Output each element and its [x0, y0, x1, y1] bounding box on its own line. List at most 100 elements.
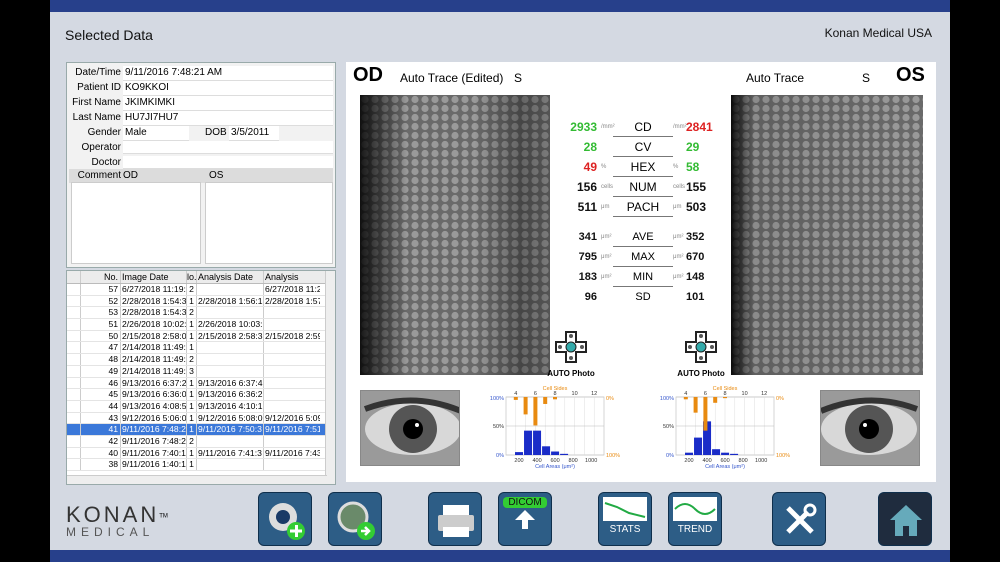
- col-image-date[interactable]: Image Date: [121, 271, 187, 283]
- table-cell: 6/27/2018 11:19:: [122, 284, 187, 295]
- table-cell: 1: [187, 342, 197, 354]
- area-bar: [730, 453, 739, 455]
- table-row[interactable]: 48 2/14/2018 11:49: 2: [67, 354, 335, 366]
- col-analysis-os[interactable]: Analysis Date O: [264, 271, 320, 283]
- col-no[interactable]: No.: [81, 271, 121, 283]
- table-cell: 9/11/2016 7:51: [265, 424, 320, 435]
- os-endothelium-image[interactable]: [731, 95, 923, 375]
- table-cell: 2/15/2018 2:58:3: [198, 330, 264, 342]
- sides-bar: [683, 397, 688, 400]
- metric-name: AVE: [632, 231, 654, 243]
- table-cell: 2/28/2018 1:57: [265, 295, 320, 306]
- printer-icon: [438, 505, 474, 537]
- od-auto-photo-button[interactable]: AUTO Photo: [546, 330, 596, 378]
- table-row[interactable]: 49 2/14/2018 11:49: 3: [67, 365, 335, 378]
- od-endothelium-image[interactable]: [360, 95, 550, 375]
- table-cell: 9/13/2016 6:37:4: [198, 377, 264, 389]
- bottom-toolbar: KONANTM MEDICAL DICOM STATS TREND: [50, 488, 950, 550]
- comment-label: Comment: [77, 170, 121, 181]
- stats-chart-icon: [603, 497, 647, 521]
- print-button[interactable]: [428, 492, 482, 546]
- metric-od-value: 49: [583, 160, 597, 174]
- metric-os-value: 58: [686, 160, 700, 174]
- table-row[interactable]: 46 9/13/2016 6:37:2 1 9/13/2016 6:37:4: [67, 377, 335, 390]
- analysis-panel: OD Auto Trace (Edited) S Auto Trace S OS…: [346, 62, 936, 482]
- table-row[interactable]: 57 6/27/2018 11:19: 2 6/27/2018 11:2: [67, 284, 335, 296]
- list-horizontal-scrollbar[interactable]: [67, 475, 327, 484]
- metric-row-ave: 341 μm² AVE μm² 352: [549, 228, 734, 246]
- table-row[interactable]: 42 9/11/2016 7:48:2 2: [67, 435, 335, 448]
- new-exam-button[interactable]: [258, 492, 312, 546]
- table-row[interactable]: 44 9/13/2016 4:08:5 1 9/13/2016 4:10:1: [67, 400, 335, 413]
- table-cell: [67, 400, 81, 412]
- sides-bar: [703, 397, 708, 431]
- last-name-value: HU7JI7HU7: [123, 111, 333, 126]
- comment-od-field[interactable]: [71, 182, 201, 264]
- table-row[interactable]: 41 9/11/2016 7:48:2 1 9/11/2016 7:50:3 9/11/…: [67, 424, 335, 436]
- metric-name: CD: [634, 120, 652, 134]
- metric-os-value: 29: [686, 140, 700, 154]
- metric-divider: [613, 286, 673, 287]
- os-auto-photo-label: AUTO Photo: [677, 369, 725, 378]
- x-tick-label: 1000: [755, 458, 767, 464]
- table-row[interactable]: 50 2/15/2018 2:58:0 1 2/15/2018 2:58:3 2/15/…: [67, 330, 335, 343]
- table-cell: 9/11/2016 7:41:3: [197, 447, 264, 459]
- gender-value: Male: [123, 126, 189, 141]
- os-auto-photo-button[interactable]: AUTO Photo: [676, 330, 726, 378]
- list-vertical-scrollbar[interactable]: [325, 271, 335, 484]
- col-analysis-od[interactable]: Analysis Date OD: [197, 271, 264, 283]
- table-row[interactable]: 38 9/11/2016 1:40:1 1: [67, 459, 335, 471]
- doctor-label: Doctor: [91, 157, 121, 168]
- metric-os-value: 352: [686, 231, 705, 243]
- table-cell: 1: [187, 319, 197, 330]
- trend-button[interactable]: TREND: [668, 492, 722, 546]
- table-row[interactable]: 53 2/28/2018 1:54:3 2: [67, 307, 335, 320]
- od-eye-thumbnail[interactable]: [360, 390, 460, 466]
- col-lo[interactable]: lo.: [187, 271, 197, 283]
- comment-os-field[interactable]: [205, 182, 333, 264]
- exam-list[interactable]: No. Image Date lo. Analysis Date OD Anal…: [66, 270, 336, 485]
- logo-main-text: KONAN: [66, 502, 160, 527]
- table-cell: 2: [187, 284, 197, 295]
- y2-tick-label: 0%: [776, 396, 784, 402]
- table-cell: 1: [187, 295, 197, 307]
- settings-button[interactable]: [772, 492, 826, 546]
- os-eye-thumbnail[interactable]: [820, 390, 920, 466]
- datetime-label: Date/Time: [75, 67, 121, 78]
- table-cell: 48: [81, 354, 121, 365]
- table-cell: 9/13/2016 6:36:0: [122, 389, 187, 400]
- table-row[interactable]: 52 2/28/2018 1:54:3 1 2/28/2018 1:56:1 2/28/…: [67, 295, 335, 308]
- metric-divider: [613, 196, 673, 197]
- view-images-button[interactable]: [328, 492, 382, 546]
- table-row[interactable]: 40 9/11/2016 7:40:1 1 9/11/2016 7:41:3 9/11/…: [67, 447, 335, 460]
- area-bar: [524, 430, 533, 455]
- table-cell: [197, 354, 264, 365]
- table-cell: 2/26/2018 10:03:: [198, 319, 264, 330]
- table-cell: [264, 436, 320, 447]
- stats-button[interactable]: STATS: [598, 492, 652, 546]
- table-row[interactable]: 51 2/26/2018 10:02: 1 2/26/2018 10:03:: [67, 319, 335, 331]
- dicom-button[interactable]: DICOM: [498, 492, 552, 546]
- metric-od-value: 511: [577, 200, 597, 214]
- dob-label: DOB: [205, 127, 227, 138]
- table-row[interactable]: 47 2/14/2018 11:49: 1: [67, 342, 335, 355]
- table-row[interactable]: 43 9/12/2016 5:06:0 1 9/12/2016 5:08:0 9/12/…: [67, 412, 335, 425]
- metric-od-value: 28: [583, 140, 597, 154]
- table-row[interactable]: 45 9/13/2016 6:36:0 1 9/13/2016 6:36:2: [67, 389, 335, 401]
- area-bar: [694, 437, 703, 455]
- top-tick-label: 10: [742, 391, 748, 397]
- metric-name: MAX: [631, 251, 655, 263]
- table-cell: 9/13/2016 6:37:2: [122, 377, 187, 389]
- metric-od-value: 96: [584, 291, 597, 303]
- top-axis-title: Cell Sides: [543, 386, 568, 392]
- company-name: Konan Medical USA: [824, 26, 932, 40]
- metric-unit: /mm²: [673, 124, 687, 130]
- stats-label: STATS: [609, 524, 641, 535]
- exam-list-header: No. Image Date lo. Analysis Date OD Anal…: [67, 271, 335, 284]
- table-cell: 53: [81, 307, 121, 319]
- table-cell: 9/13/2016 4:08:5: [122, 400, 187, 412]
- home-button[interactable]: [878, 492, 932, 546]
- metric-name: PACH: [626, 200, 660, 214]
- table-cell: 1: [187, 330, 197, 342]
- table-cell: 9/11/2016 7:48:2: [122, 435, 187, 447]
